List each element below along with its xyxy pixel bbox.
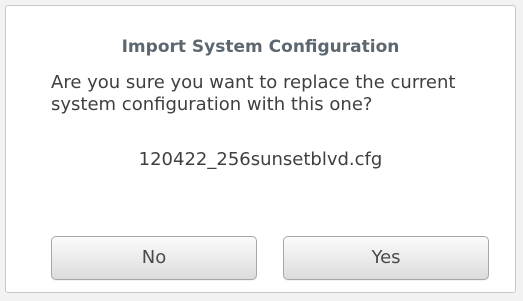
no-button[interactable]: No: [51, 236, 257, 280]
yes-button[interactable]: Yes: [283, 236, 489, 280]
dialog-title: Import System Configuration: [121, 37, 400, 57]
import-config-dialog: Import System Configuration Are you sure…: [5, 5, 516, 293]
config-filename: 120422_256sunsetblvd.cfg: [138, 149, 383, 170]
confirmation-message: Are you sure you want to replace the cur…: [51, 72, 456, 115]
